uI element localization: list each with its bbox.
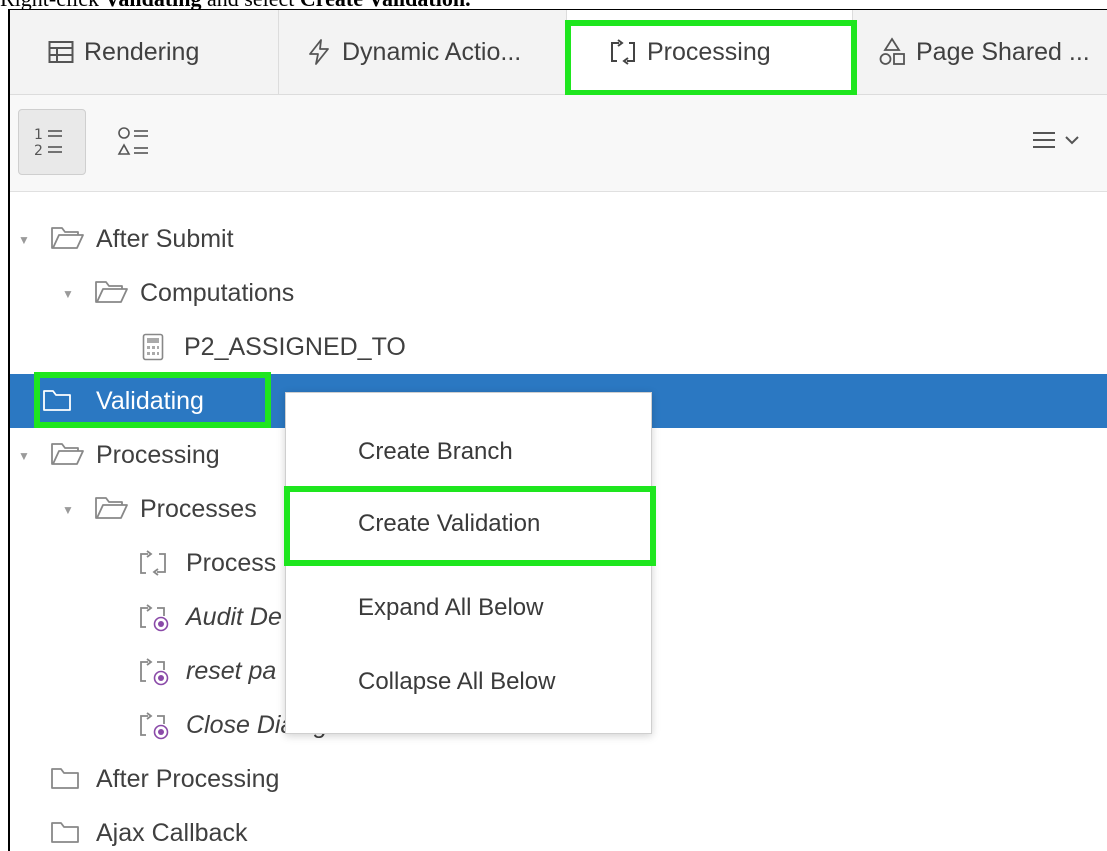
tab-divider	[852, 10, 853, 94]
tree-node-label: P2_ASSIGNED_TO	[184, 333, 406, 361]
tree-node-after-processing[interactable]: After Processing	[10, 752, 1107, 806]
menu-item-create-validation[interactable]: Create Validation	[286, 495, 651, 553]
tree-node-label: Processes	[140, 495, 257, 523]
tab-page-shared-components[interactable]: Page Shared ...	[878, 10, 1090, 94]
tab-processing[interactable]: Processing	[567, 10, 852, 94]
menu-item-label: Collapse All Below	[358, 668, 556, 695]
expand-triangle-icon[interactable]: ▼	[18, 449, 30, 463]
folder-open-icon	[95, 497, 128, 519]
view-by-component-type-button[interactable]	[102, 109, 170, 175]
tree-node-label: Ajax Callback	[96, 819, 248, 847]
folder-icon	[51, 822, 79, 843]
view-by-execution-order-button[interactable]: 1 2	[18, 109, 86, 175]
calculator-icon	[142, 333, 164, 361]
tab-divider	[278, 10, 279, 94]
tree-menu-button[interactable]	[1032, 130, 1080, 150]
menu-item-create-branch[interactable]: Create Branch	[286, 423, 651, 481]
menu-item-label: Create Branch	[358, 438, 513, 465]
tree-node-p2-assigned-to[interactable]: P2_ASSIGNED_TO	[10, 320, 1107, 374]
menu-item-label: Expand All Below	[358, 594, 544, 621]
plugin-process-icon	[140, 658, 169, 686]
plugin-process-icon	[140, 712, 169, 740]
tab-label: Dynamic Actio...	[342, 37, 522, 66]
expand-triangle-icon[interactable]: ▼	[62, 287, 74, 301]
tree-node-label: Process	[186, 549, 277, 577]
tree-node-label: Processing	[96, 441, 220, 469]
process-icon	[140, 550, 166, 576]
processing-icon	[611, 39, 635, 65]
shapes-list-icon	[117, 127, 148, 155]
folder-icon	[43, 390, 71, 411]
tree-node-label: After Submit	[96, 225, 234, 253]
folder-icon	[51, 768, 79, 789]
menu-item-collapse-all-below[interactable]: Collapse All Below	[286, 653, 651, 711]
chevron-down-icon	[1065, 136, 1079, 145]
folder-open-icon	[51, 227, 84, 249]
tree-node-after-submit[interactable]: ▼ After Submit	[10, 212, 1107, 266]
tab-dynamic-actions[interactable]: Dynamic Actio...	[306, 10, 521, 94]
expand-triangle-icon[interactable]: ▼	[18, 233, 30, 247]
tab-rendering[interactable]: Rendering	[48, 10, 199, 94]
context-menu: Create Branch Create Validation Expand A…	[285, 392, 652, 734]
tab-label: Page Shared ...	[916, 37, 1090, 66]
folder-open-icon	[95, 281, 128, 303]
shapes-icon	[879, 37, 905, 65]
tree-node-label: reset pa	[186, 657, 277, 685]
tab-bar: Rendering Dynamic Actio... Processing Pa…	[10, 10, 1107, 95]
lightning-icon	[309, 39, 329, 65]
tree-node-label: Computations	[140, 279, 295, 307]
tree-node-ajax-callback[interactable]: Ajax Callback	[10, 806, 1107, 851]
tree-toolbar: 1 2	[10, 95, 1107, 192]
tree-node-label: Validating	[96, 387, 204, 415]
table-icon	[48, 41, 74, 63]
tree-node-label: After Processing	[96, 765, 280, 793]
plugin-process-icon	[140, 604, 169, 632]
svg-text:2: 2	[34, 143, 43, 159]
page-designer-panel: Rendering Dynamic Actio... Processing Pa…	[8, 9, 1107, 851]
menu-item-expand-all-below[interactable]: Expand All Below	[286, 579, 651, 637]
expand-triangle-icon[interactable]: ▼	[62, 503, 74, 517]
tab-label: Processing	[647, 37, 771, 66]
hamburger-menu-icon	[1033, 132, 1055, 148]
svg-text:1: 1	[34, 127, 43, 143]
numbered-list-icon: 1 2	[34, 127, 62, 159]
tab-label: Rendering	[84, 37, 200, 66]
menu-item-label: Create Validation	[358, 510, 541, 537]
tree-node-computations[interactable]: ▼ Computations	[10, 266, 1107, 320]
tree-node-label: Audit De	[186, 603, 282, 631]
folder-open-icon	[51, 443, 84, 465]
